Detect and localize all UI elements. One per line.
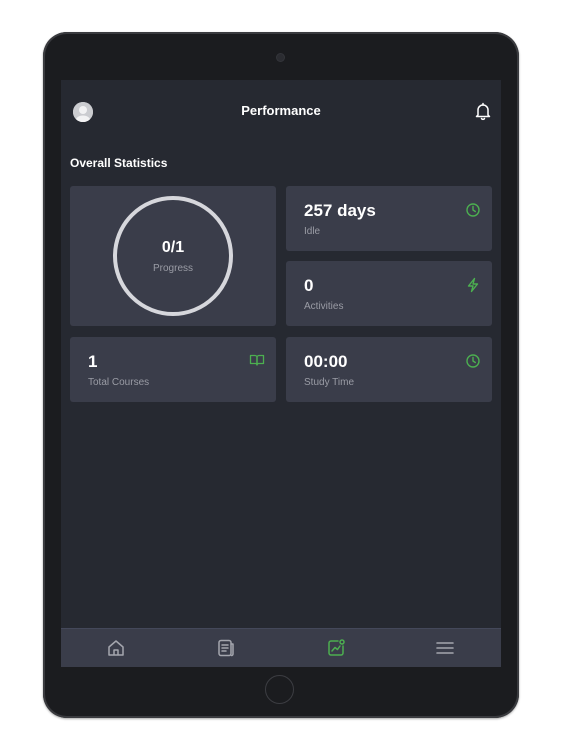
idle-label: Idle	[304, 226, 321, 237]
idle-value: 257 days	[304, 201, 376, 220]
progress-value: 0/1	[161, 239, 185, 256]
front-camera	[277, 54, 284, 61]
total-courses-card[interactable]: 1 Total Courses	[70, 337, 276, 402]
lightning-icon	[465, 277, 481, 293]
section-title: Overall Statistics	[70, 156, 168, 170]
bottom-navigation	[61, 628, 501, 667]
bell-icon[interactable]	[474, 101, 492, 121]
study-time-value: 00:00	[304, 352, 348, 371]
hamburger-menu-icon[interactable]	[435, 638, 455, 658]
chart-trend-icon[interactable]	[326, 638, 346, 658]
document-list-icon[interactable]	[216, 638, 236, 658]
book-icon	[249, 352, 265, 368]
study-time-card[interactable]: 00:00 Study Time	[286, 337, 492, 402]
activities-value: 0	[304, 276, 314, 295]
activities-label: Activities	[304, 301, 344, 312]
progress-label: Progress	[152, 263, 193, 274]
home-button[interactable]	[265, 675, 294, 704]
courses-value: 1	[88, 352, 98, 371]
activities-card[interactable]: 0 Activities	[286, 261, 492, 326]
progress-card[interactable]: 0/1 Progress	[70, 186, 276, 326]
idle-card[interactable]: 257 days Idle	[286, 186, 492, 251]
tablet-frame: Performance Overall Statistics 0/1 Progr…	[43, 32, 519, 718]
page-title: Performance	[241, 103, 321, 118]
study-time-label: Study Time	[304, 377, 355, 388]
top-bar: Performance	[61, 80, 501, 142]
home-icon[interactable]	[106, 638, 126, 658]
clock-icon	[465, 353, 481, 369]
courses-label: Total Courses	[88, 377, 150, 388]
clock-icon	[465, 202, 481, 218]
app-screen: Performance Overall Statistics 0/1 Progr…	[61, 80, 501, 667]
